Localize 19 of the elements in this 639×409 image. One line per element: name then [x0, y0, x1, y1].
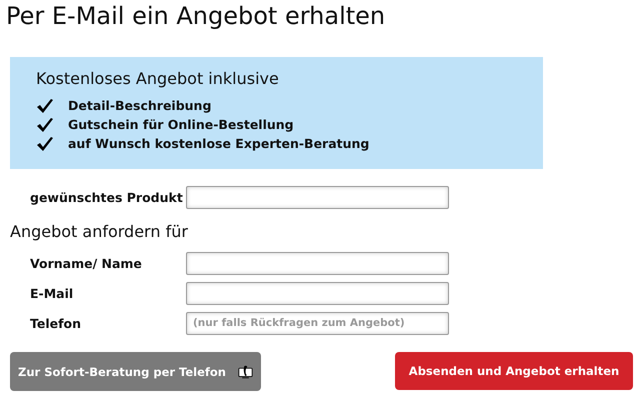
input-field[interactable] — [186, 186, 449, 208]
submit-button[interactable]: Absenden und Angebot erhalten — [395, 352, 633, 390]
check-icon — [36, 136, 54, 152]
field-label: E-Mail — [29, 286, 74, 300]
benefit-text: Gutschein für Online-Bestellung — [68, 117, 294, 132]
input-field[interactable] — [186, 282, 449, 304]
check-icon — [36, 116, 54, 132]
field-label: Vorname/ Name — [29, 256, 143, 270]
section-heading: Angebot anfordern für — [10, 221, 189, 243]
input-field[interactable]: (nur falls Rückfragen zum Angebot) — [186, 312, 449, 334]
benefit-text: auf Wunsch kostenlose Experten-Beratung — [68, 136, 370, 151]
phone-consultation-button[interactable]: Zur Sofort-Beratung per Telefon — [10, 352, 261, 391]
benefits-heading: Kostenloses Angebot inklusive — [36, 68, 280, 90]
field-label: Telefon — [29, 316, 82, 330]
benefit-text: Detail-Beschreibung — [68, 98, 212, 113]
input-field[interactable] — [186, 252, 449, 274]
check-icon — [36, 98, 54, 114]
field-label: gewünschtes Produkt — [29, 190, 184, 204]
page-title: Per E-Mail ein Angebot erhalten — [6, 1, 386, 32]
